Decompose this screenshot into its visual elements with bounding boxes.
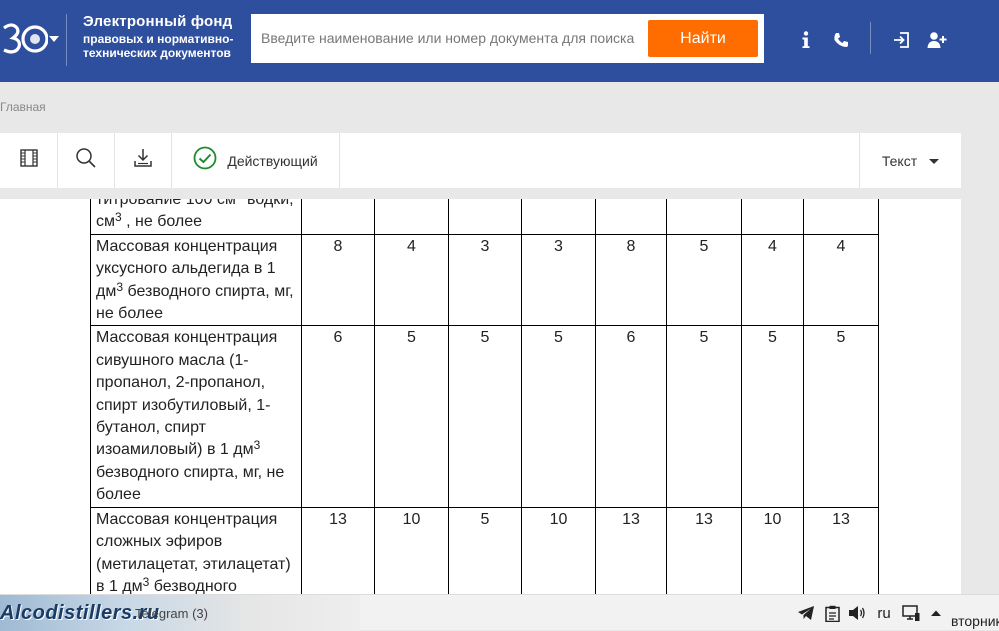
- clipboard-icon[interactable]: [821, 595, 843, 631]
- view-mode-dropdown[interactable]: Текст: [859, 133, 961, 188]
- download-icon: [132, 147, 154, 174]
- taskbar-date[interactable]: вторник: [951, 613, 999, 629]
- table-cell-value: 5: [666, 325, 742, 508]
- label-text: безводного спирта, мг, не более: [96, 463, 285, 504]
- table-cell-value: 8: [595, 233, 667, 327]
- status-indicator: Действующий: [172, 133, 340, 188]
- brand-title[interactable]: Электронный фонд: [83, 13, 232, 30]
- table-row-label: Массовая концентрация сложных эфиров (ме…: [90, 506, 302, 599]
- table-cell-value: [595, 199, 667, 235]
- os-taskbar: Alcodistillers.ru Telegram (3) ru вторни: [0, 594, 999, 631]
- table-cell-value: [301, 199, 375, 235]
- check-circle-icon: [193, 146, 217, 175]
- unit-superscript: 3: [236, 199, 243, 202]
- table-cell-value: [521, 199, 596, 235]
- table-row-label: титрование 100 см3 водки, см3 , не более: [90, 199, 302, 235]
- label-text: титрование 100 см: [96, 199, 236, 208]
- table-cell-value: 5: [803, 325, 879, 508]
- taskbar-app-telegram[interactable]: Telegram (3): [135, 606, 208, 621]
- search-input[interactable]: [261, 24, 641, 52]
- logo-menu-caret-icon[interactable]: [49, 36, 59, 42]
- table-cell-value: 10: [521, 506, 596, 599]
- table-row: титрование 100 см3 водки, см3 , не более: [90, 199, 879, 235]
- table-row-label: Массовая концентрация уксусного альдегид…: [90, 233, 302, 327]
- table-cell-value: 4: [803, 233, 879, 327]
- table-cell-value: 5: [448, 506, 522, 599]
- table-cell-value: 5: [741, 325, 804, 508]
- header-divider: [66, 14, 67, 66]
- login-icon[interactable]: [889, 28, 913, 52]
- document-content: титрование 100 см3 водки, см3 , не более…: [0, 199, 961, 599]
- table-cell-value: 5: [448, 325, 522, 508]
- volume-icon[interactable]: [846, 595, 868, 631]
- table-cell-value: 5: [666, 233, 742, 327]
- contents-icon: [19, 148, 39, 173]
- table-cell-value: 13: [595, 506, 667, 599]
- telegram-icon[interactable]: [795, 595, 817, 631]
- label-text: Массовая концентрация сивушного масла (1…: [96, 329, 278, 459]
- header-icons-divider: [870, 22, 871, 54]
- table-cell-value: 4: [741, 233, 804, 327]
- brand-subtitle-line-2: технических документов: [83, 46, 231, 60]
- view-mode-label: Текст: [881, 152, 918, 169]
- table-cell-value: 6: [301, 325, 375, 508]
- status-label: Действующий: [227, 152, 318, 169]
- brand-subtitle-line-1: правовых и нормативно-: [83, 32, 234, 46]
- unit-superscript: 3: [115, 210, 122, 225]
- document-toolbar: Действующий Текст: [0, 133, 961, 188]
- breadcrumb[interactable]: Главная: [0, 100, 46, 114]
- search-in-document-button[interactable]: [58, 133, 115, 188]
- table-row: Массовая концентрация сивушного масла (1…: [90, 325, 879, 508]
- label-text: , не более: [121, 213, 203, 231]
- table-cell-value: 13: [803, 506, 879, 599]
- unit-superscript: 3: [253, 438, 261, 453]
- table-cell-value: 10: [741, 506, 804, 599]
- table-cell-value: 8: [301, 233, 375, 327]
- site-header: Электронный фонд правовых и нормативно- …: [0, 0, 999, 82]
- tray-up-icon[interactable]: [926, 595, 946, 631]
- table-row: Массовая концентрация уксусного альдегид…: [90, 233, 879, 327]
- requirements-table: титрование 100 см3 водки, см3 , не более…: [90, 199, 879, 599]
- table-cell-value: 13: [666, 506, 742, 599]
- label-text: безводного: [149, 577, 237, 595]
- table-cell-value: [374, 199, 449, 235]
- monitor-icon[interactable]: [899, 595, 923, 631]
- info-icon[interactable]: [794, 28, 818, 52]
- table-cell-value: [666, 199, 742, 235]
- table-cell-value: [741, 199, 804, 235]
- table-cell-value: 5: [521, 325, 596, 508]
- table-cell-value: 6: [595, 325, 667, 508]
- table-cell-value: [803, 199, 879, 235]
- download-button[interactable]: [115, 133, 172, 188]
- contents-button[interactable]: [0, 133, 58, 188]
- table-row: Массовая концентрация сложных эфиров (ме…: [90, 506, 879, 599]
- chevron-down-icon: [929, 159, 940, 164]
- keyboard-language[interactable]: ru: [872, 595, 896, 631]
- search-button[interactable]: Найти: [648, 20, 758, 57]
- table-cell-value: 3: [448, 233, 522, 327]
- search-icon: [75, 147, 97, 174]
- table-cell-value: 10: [374, 506, 449, 599]
- search-box: Найти: [251, 14, 764, 63]
- register-icon[interactable]: [925, 28, 949, 52]
- table-cell-value: 5: [374, 325, 449, 508]
- table-cell-value: 3: [521, 233, 596, 327]
- table-row-label: Массовая концентрация сивушного масла (1…: [90, 325, 302, 508]
- table-cell-value: 4: [374, 233, 449, 327]
- label-text: безводного спирта, мг, не более: [96, 282, 294, 323]
- table-cell-value: [448, 199, 522, 235]
- table-cell-value: 13: [301, 506, 375, 599]
- phone-icon[interactable]: [829, 28, 853, 52]
